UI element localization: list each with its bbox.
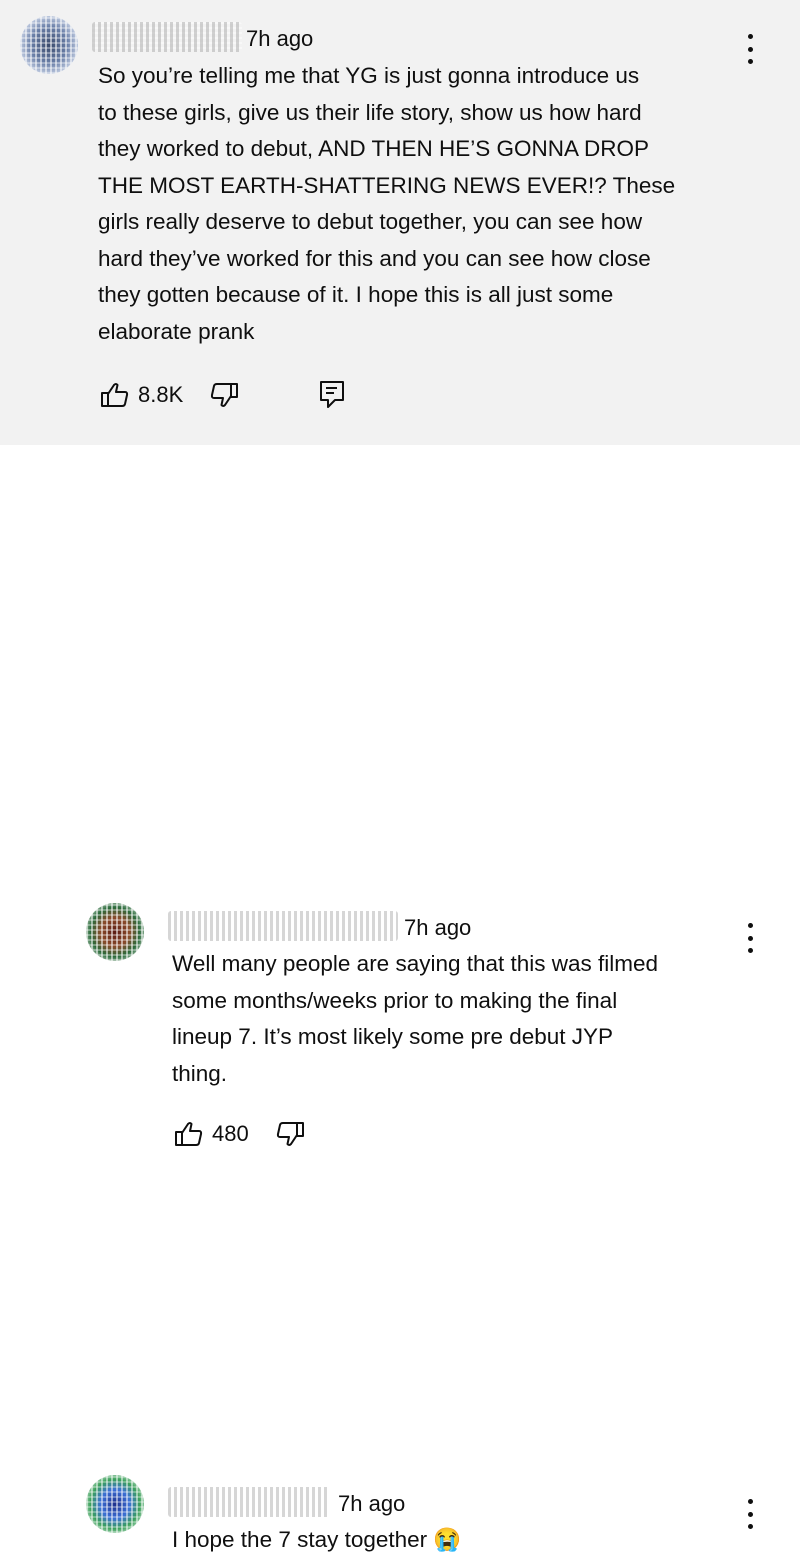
comment-text: Well many people are saying that this wa… [172,951,659,1086]
comment-actions: 480 [174,1120,305,1148]
like-count: 480 [212,1121,249,1146]
like-button[interactable] [100,381,130,409]
comment-reply: 7h ago I hope the 7 stay together 😭 [0,725,800,1552]
author-name-blurred[interactable] [168,911,398,941]
comment-reply: 7h ago Well many people are saying that … [0,445,800,1146]
comment-timestamp[interactable]: 7h ago [246,26,313,52]
comment-text: So you’re telling me that YG is just gon… [98,63,676,344]
avatar[interactable] [86,903,144,961]
thumbs-down-icon [276,1122,304,1146]
thumbs-up-icon [101,383,129,407]
comment-timestamp[interactable]: 7h ago [404,915,471,941]
author-name-blurred[interactable] [168,1487,330,1517]
dislike-button[interactable] [275,1120,305,1148]
more-options-button[interactable] [740,1499,760,1529]
more-vertical-icon [747,923,753,928]
reply-icon [320,381,345,408]
dislike-button[interactable] [209,381,239,409]
more-vertical-icon [747,34,753,39]
thumbs-up-icon [175,1122,203,1146]
like-button[interactable] [174,1120,204,1148]
comment-text: I hope the 7 stay together 😭 [172,1527,462,1552]
avatar[interactable] [20,16,78,74]
avatar[interactable] [86,1475,144,1533]
like-count: 8.8K [138,382,184,407]
thumbs-down-icon [211,383,239,407]
comment-highlighted: 7h ago So you’re telling me that YG is j… [0,0,800,445]
author-name-blurred[interactable] [92,22,242,52]
more-options-button[interactable] [740,923,760,953]
more-options-button[interactable] [740,34,760,64]
comment-timestamp[interactable]: 7h ago [338,1491,405,1517]
more-vertical-icon [747,1499,753,1504]
reply-button[interactable] [319,380,345,410]
comment-actions: 8.8K [100,380,345,410]
